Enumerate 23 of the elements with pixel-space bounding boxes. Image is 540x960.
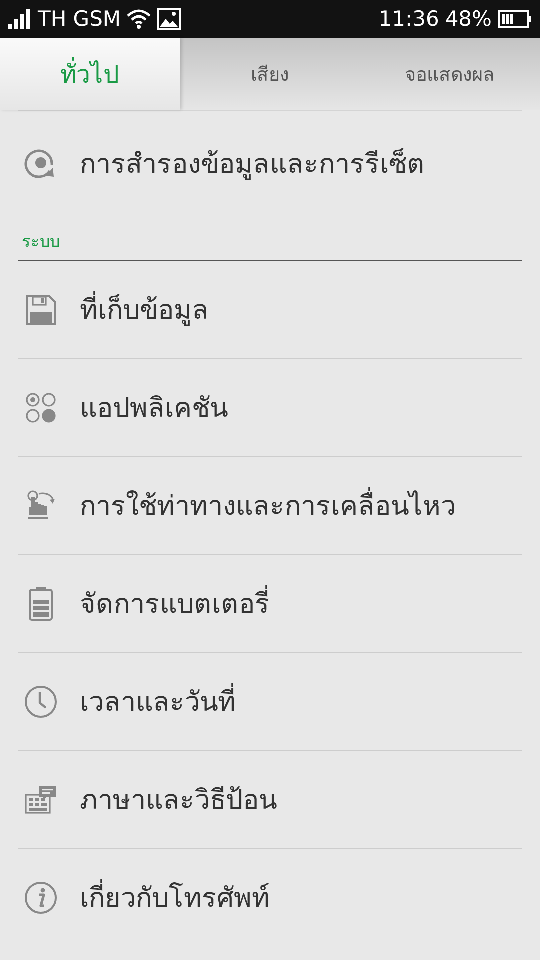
apps-icon [25, 392, 57, 424]
tab[interactable]: จอแสดงผล [360, 38, 540, 110]
battery-icon [28, 586, 54, 622]
carrier-name: TH GSM [38, 7, 122, 31]
tab[interactable]: เสียง [180, 38, 360, 110]
settings-item[interactable]: เวลาและวันที่ [18, 652, 522, 750]
clock-time: 11:36 [378, 7, 440, 31]
settings-item[interactable]: เกี่ยวกับโทรศัพท์ [18, 848, 522, 946]
wifi-icon [127, 9, 152, 29]
battery-percent: 48% [445, 7, 492, 31]
settings-item[interactable]: ที่เก็บข้อมูล [18, 261, 522, 358]
clock-icon [24, 684, 58, 718]
settings-item[interactable]: การใช้ท่าทางและการเคลื่อนไหว [18, 456, 522, 554]
settings-item[interactable]: การสำรองข้อมูลและการรีเซ็ต [18, 110, 522, 215]
settings-item[interactable]: แอปพลิเคชัน [18, 358, 522, 456]
section-header: ระบบ [22, 231, 60, 253]
image-icon [157, 8, 182, 30]
signal-icon [8, 9, 32, 29]
settings-item[interactable]: จัดการแบตเตอรี่ [18, 554, 522, 652]
battery-status-icon [498, 10, 532, 28]
settings-item[interactable]: ภาษาและวิธีป้อน [18, 750, 522, 848]
info-icon [24, 880, 58, 914]
keyboard-icon [25, 784, 57, 814]
